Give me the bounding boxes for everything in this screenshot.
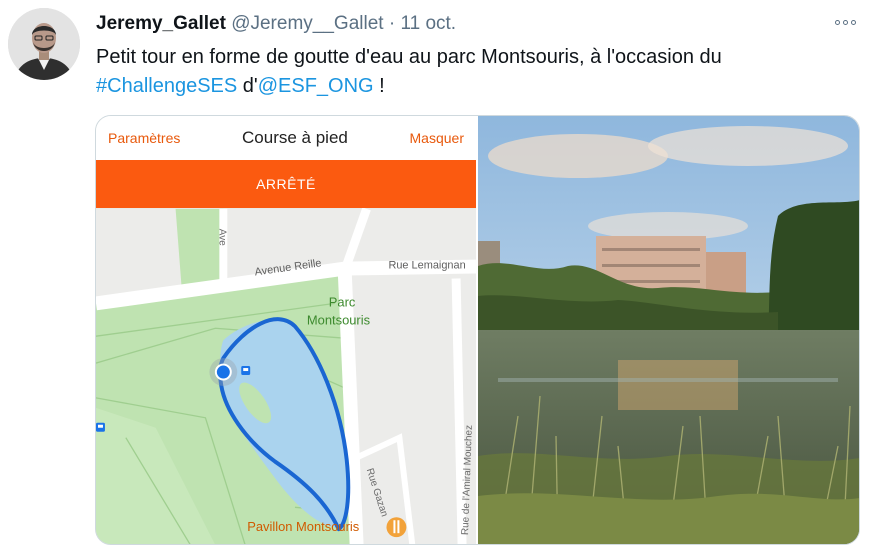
tweet-text: Petit tour en forme de goutte d'eau au p… — [96, 43, 856, 101]
author-name[interactable]: Jeremy_Gallet — [96, 13, 226, 34]
poi-restaurant-icon — [386, 517, 407, 538]
media-running-app-screenshot[interactable]: Paramètres Course à pied Masquer ARRÊTÉ — [96, 116, 478, 544]
street-label-avenue: Ave — [216, 229, 227, 246]
tweet-text-part3: ! — [373, 75, 385, 97]
bus-stop-icon-1 — [241, 366, 251, 376]
tweet-header: Jeremy_Gallet @Jeremy__Gallet · 11 oct. — [96, 12, 456, 36]
route-map[interactable]: Ave Avenue Reille Rue Lemaignan Parc Mon… — [96, 208, 476, 544]
lake-photo-image — [478, 116, 859, 544]
poi-label-pavillon[interactable]: Pavillon Montsouris — [247, 519, 359, 534]
street-label-lemaignan: Rue Lemaignan — [388, 260, 465, 272]
tweet-text-part2: d' — [237, 75, 258, 97]
app-title: Course à pied — [242, 128, 348, 147]
media-lake-photo[interactable] — [478, 116, 859, 544]
header-separator: · — [388, 13, 396, 34]
park-name-line2: Montsouris — [307, 312, 370, 327]
more-horizontal-icon[interactable] — [832, 14, 858, 30]
tweet-date[interactable]: 11 oct. — [400, 13, 456, 34]
hashtag-link[interactable]: #ChallengeSES — [96, 75, 237, 97]
stopped-status-button[interactable]: ARRÊTÉ — [96, 160, 476, 208]
author-handle[interactable]: @Jeremy__Gallet — [231, 13, 383, 34]
mention-link[interactable]: @ESF_ONG — [258, 75, 374, 97]
app-header: Paramètres Course à pied Masquer — [96, 116, 476, 160]
settings-link[interactable]: Paramètres — [108, 130, 180, 146]
bus-stop-icon-2 — [96, 422, 105, 432]
current-location-icon — [214, 363, 232, 381]
author-avatar[interactable] — [8, 8, 80, 80]
tweet-text-part1: Petit tour en forme de goutte d'eau au p… — [96, 46, 722, 68]
tweet-media-grid: Paramètres Course à pied Masquer ARRÊTÉ — [95, 115, 860, 545]
park-name-line1: Parc — [329, 294, 356, 309]
hide-link[interactable]: Masquer — [410, 130, 464, 146]
park-area-north — [175, 208, 224, 287]
